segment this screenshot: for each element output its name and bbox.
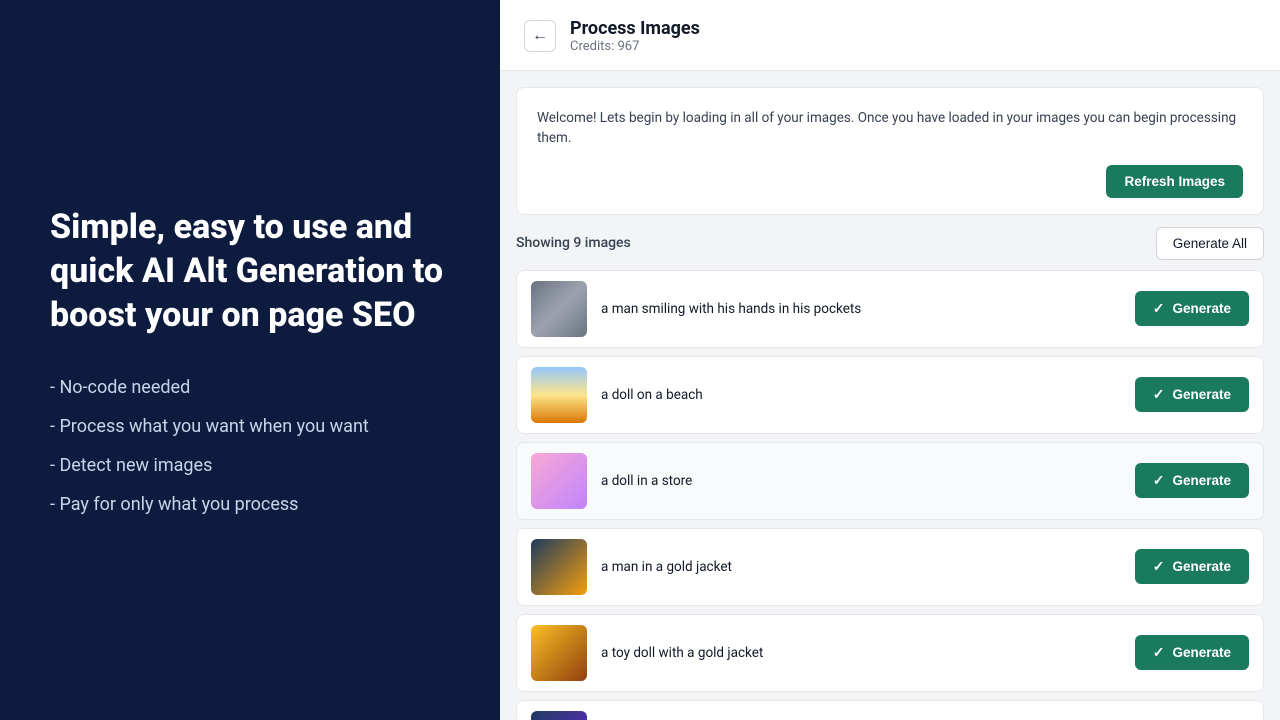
page-title: Process Images [570, 18, 700, 39]
generate-button-3[interactable]: ✓ Generate [1135, 463, 1249, 498]
generate-all-label: Generate All [1173, 236, 1247, 251]
welcome-section: Welcome! Lets begin by loading in all of… [516, 87, 1264, 215]
generate-all-button[interactable]: Generate All [1156, 227, 1264, 260]
image-list: a man smiling with his hands in his pock… [516, 270, 1264, 720]
alt-text-4: a man in a gold jacket [601, 559, 1121, 575]
left-panel: Simple, easy to use and quick AI Alt Gen… [0, 0, 500, 720]
image-thumbnail-1 [531, 281, 587, 337]
table-row: a man in a suit holding a glass of champ… [516, 700, 1264, 720]
generate-button-1[interactable]: ✓ Generate [1135, 291, 1249, 326]
image-thumbnail-3 [531, 453, 587, 509]
check-icon-5: ✓ [1153, 644, 1165, 661]
features-list: - No-code needed - Process what you want… [50, 377, 450, 515]
welcome-text: Welcome! Lets begin by loading in all of… [537, 108, 1243, 149]
check-icon-2: ✓ [1153, 386, 1165, 403]
alt-text-2: a doll on a beach [601, 387, 1121, 403]
generate-button-2[interactable]: ✓ Generate [1135, 377, 1249, 412]
image-thumbnail-5 [531, 625, 587, 681]
generate-label-4: Generate [1172, 559, 1231, 574]
generate-label-1: Generate [1172, 301, 1231, 316]
right-panel: ← Process Images Credits: 967 Welcome! L… [500, 0, 1280, 720]
alt-text-1: a man smiling with his hands in his pock… [601, 301, 1121, 317]
check-icon-4: ✓ [1153, 558, 1165, 575]
refresh-label: Refresh Images [1124, 174, 1225, 189]
generate-label-2: Generate [1172, 387, 1231, 402]
alt-text-3: a doll in a store [601, 473, 1121, 489]
feature-item-2: - Process what you want when you want [50, 416, 450, 437]
image-thumbnail-2 [531, 367, 587, 423]
hero-title: Simple, easy to use and quick AI Alt Gen… [50, 205, 450, 338]
back-icon: ← [532, 27, 548, 45]
alt-text-5: a toy doll with a gold jacket [601, 645, 1121, 661]
credits-label: Credits: 967 [570, 39, 700, 54]
images-section[interactable]: Showing 9 images Generate All a man smil… [516, 227, 1264, 720]
generate-label-3: Generate [1172, 473, 1231, 488]
generate-button-4[interactable]: ✓ Generate [1135, 549, 1249, 584]
showing-count: Showing 9 images [516, 235, 631, 251]
check-icon-3: ✓ [1153, 472, 1165, 489]
image-thumbnail-4 [531, 539, 587, 595]
table-row: a doll in a store ✓ Generate [516, 442, 1264, 520]
feature-item-1: - No-code needed [50, 377, 450, 398]
table-row: a toy doll with a gold jacket ✓ Generate [516, 614, 1264, 692]
feature-item-3: - Detect new images [50, 455, 450, 476]
table-row: a man smiling with his hands in his pock… [516, 270, 1264, 348]
table-row: a man in a gold jacket ✓ Generate [516, 528, 1264, 606]
panel-header: ← Process Images Credits: 967 [500, 0, 1280, 71]
table-row: a doll on a beach ✓ Generate [516, 356, 1264, 434]
refresh-images-button[interactable]: Refresh Images [1106, 165, 1243, 198]
image-thumbnail-6 [531, 711, 587, 720]
header-title-block: Process Images Credits: 967 [570, 18, 700, 54]
generate-button-5[interactable]: ✓ Generate [1135, 635, 1249, 670]
welcome-actions: Refresh Images [537, 165, 1243, 198]
generate-label-5: Generate [1172, 645, 1231, 660]
feature-item-4: - Pay for only what you process [50, 494, 450, 515]
images-toolbar: Showing 9 images Generate All [516, 227, 1264, 260]
back-button[interactable]: ← [524, 20, 556, 52]
check-icon-1: ✓ [1153, 300, 1165, 317]
